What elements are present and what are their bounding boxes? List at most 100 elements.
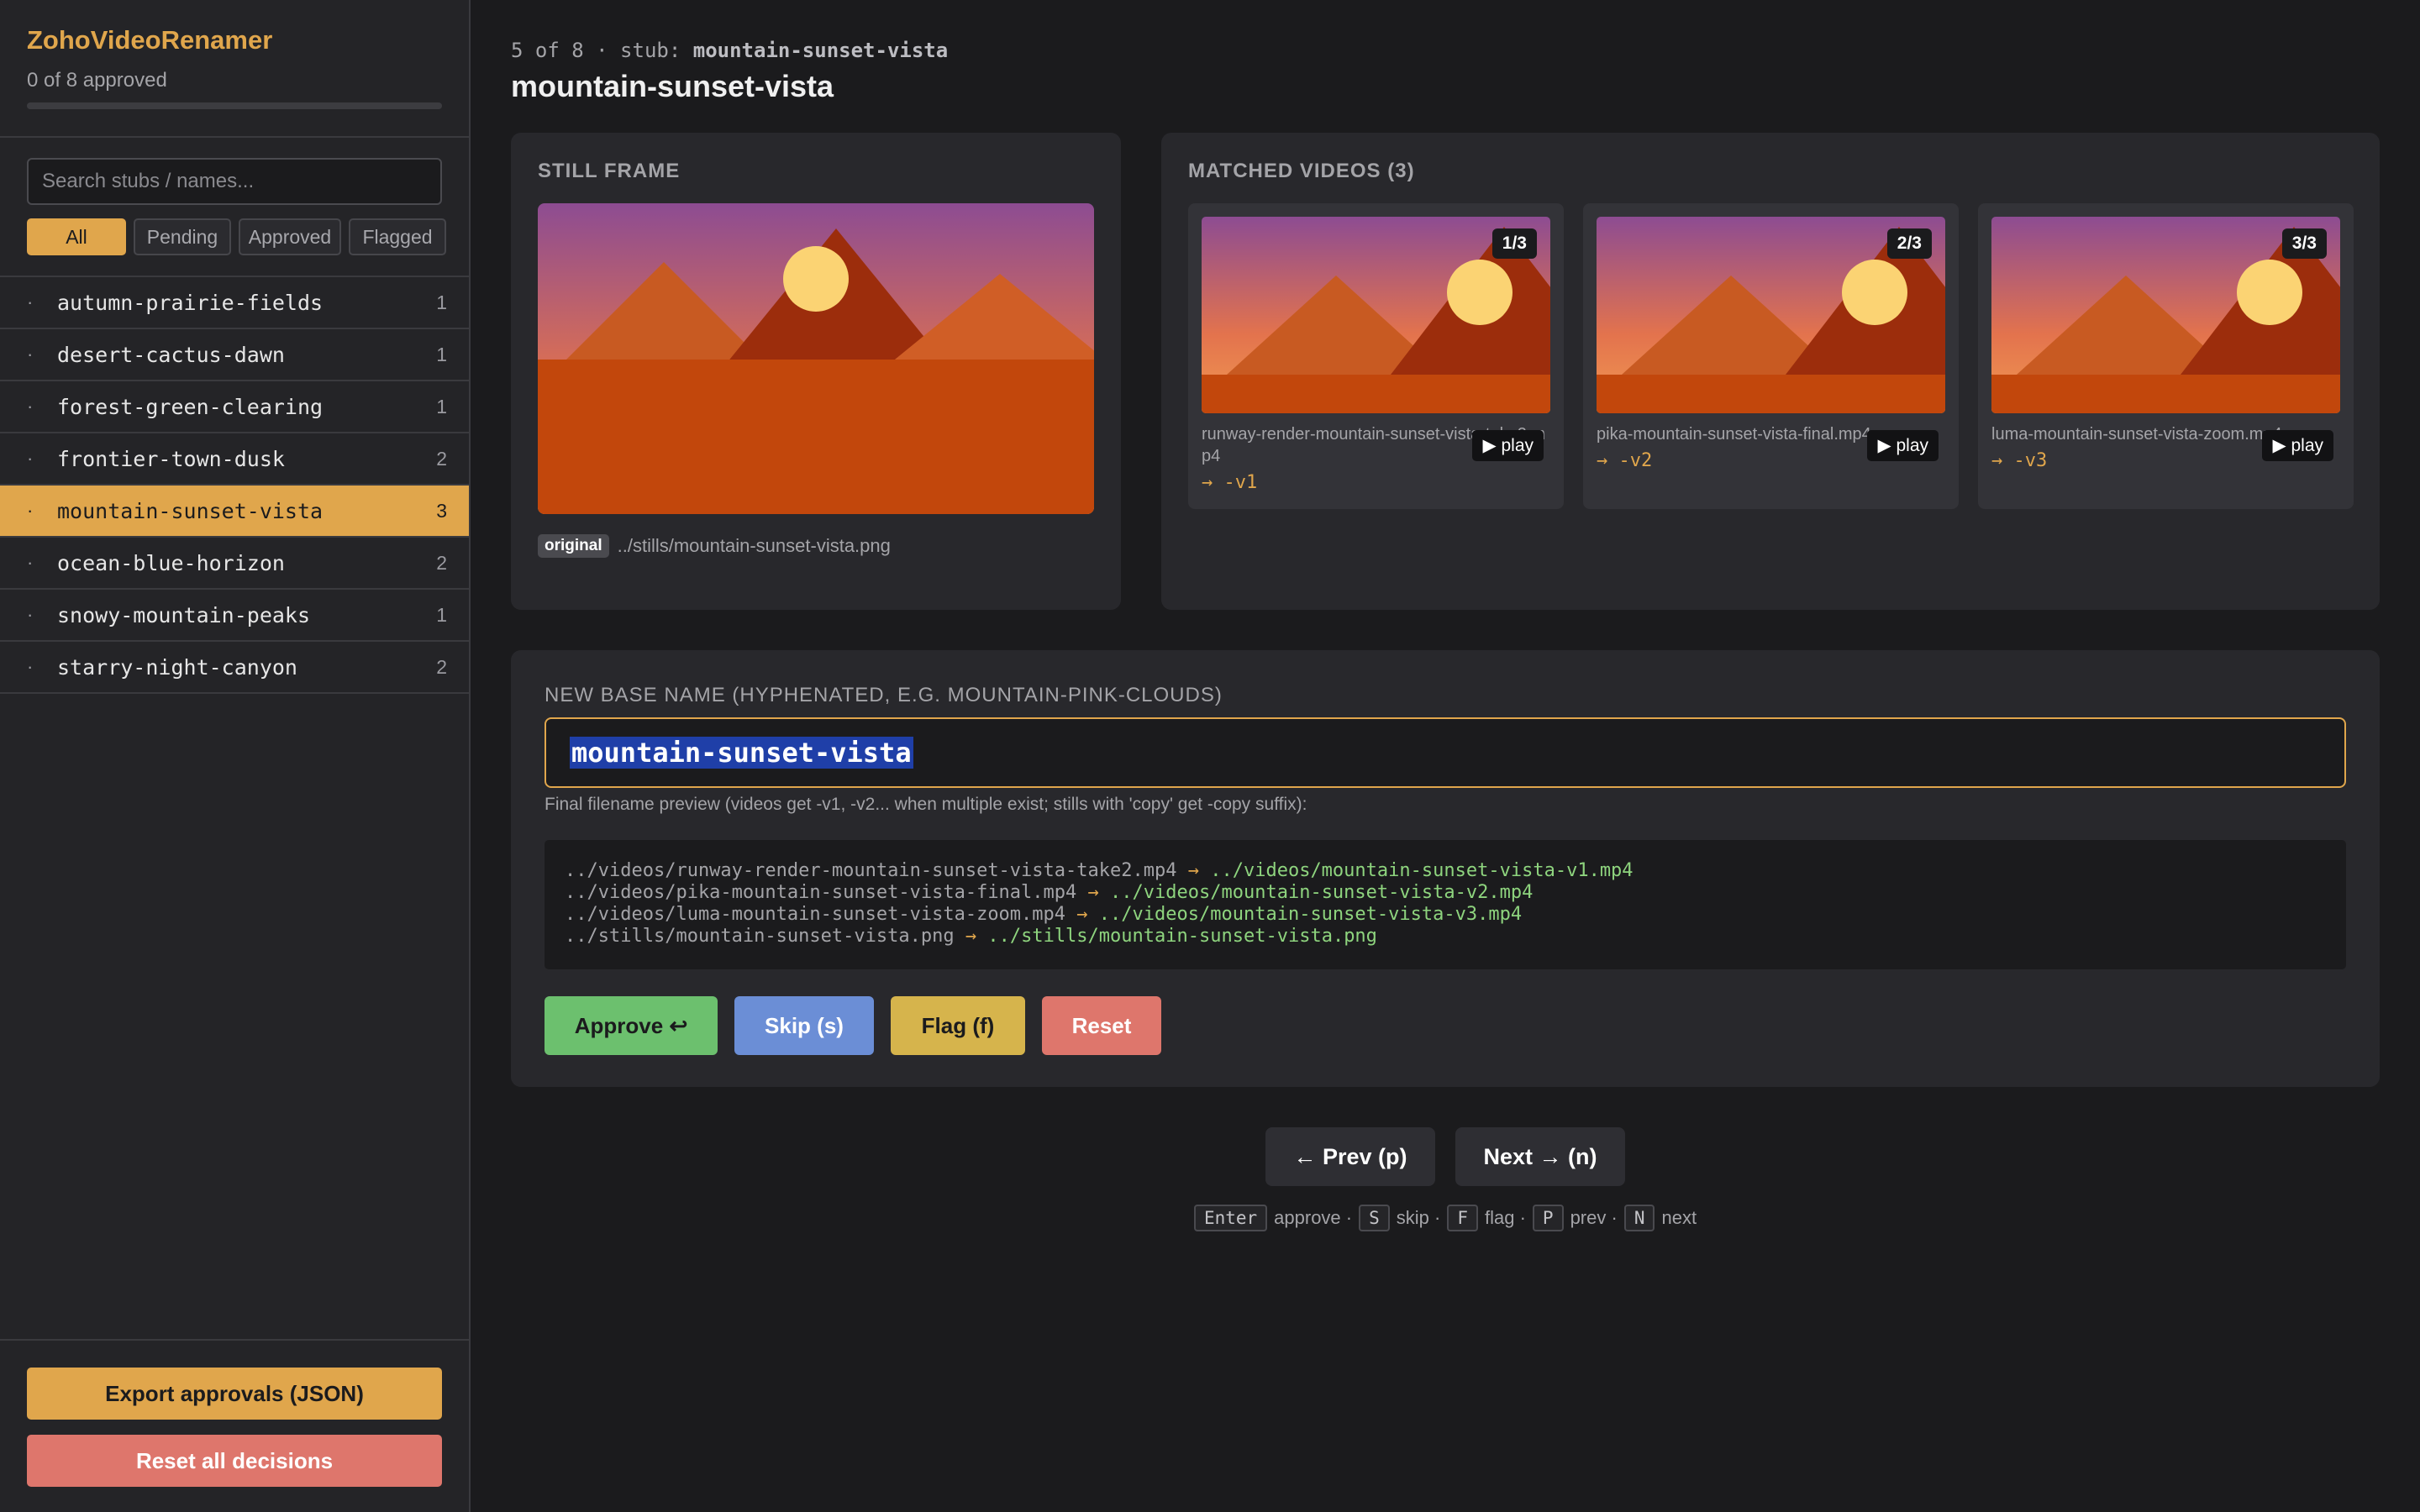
breadcrumb-position: 5 of 8 · stub: <box>511 39 693 62</box>
stub-count: 1 <box>436 395 447 417</box>
filter-pending-button[interactable]: Pending <box>134 218 231 255</box>
stub-bullet: · <box>27 656 34 677</box>
shortcut-key: S <box>1359 1205 1390 1231</box>
video-tile: 1/3 runway-render-mountain-sunset-vista-… <box>1188 203 1564 509</box>
preview-arrow: → <box>954 926 988 947</box>
stub-item-forest-green-clearing[interactable]: · forest-green-clearing 1 <box>0 381 469 433</box>
video-index-badge: 3/3 <box>2281 228 2327 259</box>
stub-name: desert-cactus-dawn <box>57 342 285 367</box>
stub-count: 1 <box>436 343 447 365</box>
reset-button[interactable]: Reset <box>1042 996 1161 1055</box>
reset-all-decisions-button[interactable]: Reset all decisions <box>27 1435 442 1487</box>
base-name-value: mountain-sunset-vista <box>570 737 913 769</box>
stub-name: starry-night-canyon <box>57 654 297 680</box>
stub-bullet: · <box>27 448 34 469</box>
preview-old: ../stills/mountain-sunset-vista.png <box>565 926 955 947</box>
stub-name: forest-green-clearing <box>57 394 324 419</box>
preview-line: ../stills/mountain-sunset-vista.png → ..… <box>565 926 2326 948</box>
flag-button[interactable]: Flag (f) <box>891 996 1025 1055</box>
shortcut-key: P <box>1532 1205 1564 1231</box>
preview-line: ../videos/pika-mountain-sunset-vista-fin… <box>565 882 2326 904</box>
stub-item-ocean-blue-horizon[interactable]: · ocean-blue-horizon 2 <box>0 538 469 590</box>
stub-count: 3 <box>436 499 447 522</box>
video-suffix: → -v2 <box>1597 450 1653 471</box>
preview-line: ../videos/runway-render-mountain-sunset-… <box>565 860 2326 882</box>
still-frame-card: STILL FRAME original ../stills/mountain-… <box>511 133 1121 610</box>
stub-count: 2 <box>436 551 447 574</box>
breadcrumb-stub: mountain-sunset-vista <box>692 39 949 62</box>
stub-bullet: · <box>27 500 34 521</box>
stub-item-autumn-prairie-fields[interactable]: · autumn-prairie-fields 1 <box>0 277 469 329</box>
stub-count: 2 <box>436 655 447 678</box>
stub-bullet: · <box>27 552 34 573</box>
matched-videos-card: MATCHED VIDEOS (3) 1/3 runway-render-mou… <box>1161 133 2380 610</box>
filter-flagged-button[interactable]: Flagged <box>349 218 446 255</box>
video-index-badge: 2/3 <box>1886 228 1932 259</box>
play-button[interactable]: ▶ play <box>1472 430 1544 461</box>
rename-label: NEW BASE NAME (HYPHENATED, E.G. MOUNTAIN… <box>544 684 1223 706</box>
preview-arrow: → <box>1065 904 1099 925</box>
play-button[interactable]: ▶ play <box>2262 430 2333 461</box>
preview-old: ../videos/luma-mountain-sunset-vista-zoo… <box>565 904 1066 925</box>
prev-button[interactable]: ← Prev (p) <box>1265 1127 1435 1186</box>
preview-old: ../videos/runway-render-mountain-sunset-… <box>565 860 1177 881</box>
stub-item-frontier-town-dusk[interactable]: · frontier-town-dusk 2 <box>0 433 469 486</box>
stub-bullet: · <box>27 344 34 365</box>
video-index-badge: 1/3 <box>1491 228 1537 259</box>
still-frame-image <box>538 203 1094 514</box>
preview-caption: Final filename preview (videos get -v1, … <box>544 795 1307 814</box>
shortcut-text: approve · <box>1274 1207 1353 1228</box>
play-button[interactable]: ▶ play <box>1867 430 1939 461</box>
progress-text: 0 of 8 approved <box>27 69 167 92</box>
preview-new: ../videos/mountain-sunset-vista-v1.mp4 <box>1210 860 1634 881</box>
shortcut-text: skip · <box>1396 1207 1441 1228</box>
app-title: ZohoVideoRenamer <box>27 25 273 55</box>
action-buttons: Approve ↩ Skip (s) Flag (f) Reset <box>544 996 1161 1055</box>
preview-new: ../videos/mountain-sunset-vista-v3.mp4 <box>1098 904 1523 925</box>
skip-button[interactable]: Skip (s) <box>734 996 874 1055</box>
still-frame-artwork <box>538 203 1094 514</box>
preview-arrow: → <box>1076 882 1111 903</box>
stub-item-starry-night-canyon[interactable]: · starry-night-canyon 2 <box>0 642 469 694</box>
stub-item-mountain-sunset-vista[interactable]: · mountain-sunset-vista 3 <box>0 486 469 538</box>
matched-videos-title: MATCHED VIDEOS (3) <box>1188 160 1415 182</box>
search-input[interactable] <box>27 158 442 205</box>
filter-group: All Pending Approved Flagged <box>27 218 446 255</box>
stub-count: 1 <box>436 603 447 626</box>
still-frame-title: STILL FRAME <box>538 160 681 182</box>
base-name-input[interactable]: mountain-sunset-vista <box>544 717 2346 788</box>
filter-all-button[interactable]: All <box>27 218 126 255</box>
preview-new: ../videos/mountain-sunset-vista-v2.mp4 <box>1110 882 1534 903</box>
shortcut-text: flag · <box>1484 1207 1526 1228</box>
filter-approved-button[interactable]: Approved <box>239 218 341 255</box>
stub-name: autumn-prairie-fields <box>57 290 324 315</box>
page-title: mountain-sunset-vista <box>511 69 834 103</box>
stub-name: ocean-blue-horizon <box>57 550 285 575</box>
video-thumbnail: 2/3 <box>1597 217 1945 413</box>
shortcut-text: prev · <box>1570 1207 1618 1228</box>
stub-item-snowy-mountain-peaks[interactable]: · snowy-mountain-peaks 1 <box>0 590 469 642</box>
stub-name: snowy-mountain-peaks <box>57 602 311 627</box>
video-tile: 2/3 pika-mountain-sunset-vista-final.mp4… <box>1583 203 1959 509</box>
approve-button[interactable]: Approve ↩ <box>544 996 718 1055</box>
stub-count: 2 <box>436 447 447 470</box>
stub-name: mountain-sunset-vista <box>57 498 324 523</box>
preview-new: ../stills/mountain-sunset-vista.png <box>987 926 1377 947</box>
progress-bar <box>27 102 442 109</box>
original-path: ../stills/mountain-sunset-vista.png <box>617 535 891 556</box>
video-thumbnail: 1/3 <box>1202 217 1550 413</box>
original-badge: original <box>538 534 609 558</box>
shortcuts-row: Enter approve · S skip · F flag · P prev… <box>1193 1205 1697 1231</box>
filename-preview: ../videos/runway-render-mountain-sunset-… <box>544 840 2346 969</box>
preview-arrow: → <box>1176 860 1211 881</box>
stub-bullet: · <box>27 604 34 625</box>
stub-item-desert-cactus-dawn[interactable]: · desert-cactus-dawn 1 <box>0 329 469 381</box>
stub-count: 1 <box>436 291 447 313</box>
original-file-row: original ../stills/mountain-sunset-vista… <box>538 534 891 558</box>
next-button[interactable]: Next → (n) <box>1455 1127 1625 1186</box>
video-tile: 3/3 luma-mountain-sunset-vista-zoom.mp4 … <box>1978 203 2354 509</box>
keyboard-shortcuts: Enter approve · S skip · F flag · P prev… <box>471 1205 2420 1231</box>
shortcut-key: N <box>1623 1205 1655 1231</box>
export-approvals-button[interactable]: Export approvals (JSON) <box>27 1368 442 1420</box>
stub-bullet: · <box>27 396 34 417</box>
